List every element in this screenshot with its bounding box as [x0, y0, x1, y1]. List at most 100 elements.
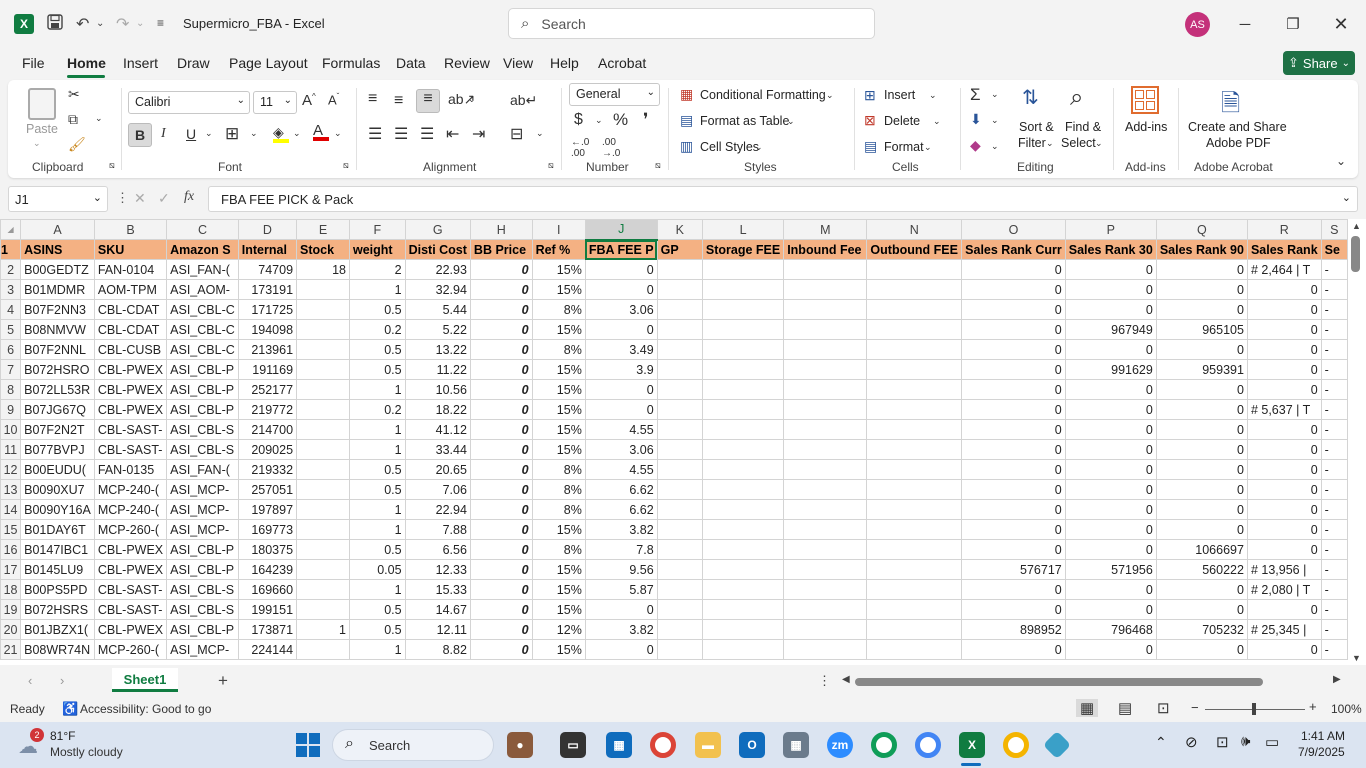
column-header-a[interactable]: A	[20, 219, 95, 240]
autosum-icon[interactable]: Σ	[970, 85, 981, 105]
cell[interactable]: 0	[1064, 539, 1157, 560]
normal-view-icon[interactable]: ▦	[1076, 699, 1099, 717]
zoom-level[interactable]: 100%	[1331, 702, 1362, 716]
header-cell[interactable]: Sales Rank 90	[1155, 239, 1248, 260]
chrome-profile-3-icon[interactable]	[1003, 732, 1029, 758]
cell[interactable]: CBL-SAST-	[93, 419, 168, 440]
cell[interactable]: B07F2N2T	[20, 419, 95, 440]
cell[interactable]: ASI_CBL-C	[166, 339, 239, 360]
comma-style-icon[interactable]: ❜	[643, 110, 648, 130]
cell[interactable]: 0	[469, 439, 533, 460]
cell[interactable]	[783, 579, 868, 600]
percent-icon[interactable]: %	[613, 110, 628, 130]
cell[interactable]: -	[1320, 539, 1348, 560]
cell[interactable]: 0	[1064, 399, 1157, 420]
tab-view[interactable]: View	[503, 55, 533, 71]
cell[interactable]: 12%	[531, 619, 586, 640]
cell[interactable]: 0	[1246, 319, 1322, 340]
cell[interactable]: 0	[469, 399, 533, 420]
header-cell[interactable]: Disti Cost	[404, 239, 471, 260]
row-header[interactable]: 8	[0, 379, 22, 400]
store-icon[interactable]: ▦	[606, 732, 632, 758]
cell[interactable]	[866, 419, 963, 440]
cell[interactable]: 0	[1155, 299, 1248, 320]
cell[interactable]: 0	[469, 339, 533, 360]
cell[interactable]: B0090Y16A	[20, 499, 95, 520]
cell[interactable]: ASI_CBL-P	[166, 399, 239, 420]
cell[interactable]	[656, 399, 703, 420]
cell[interactable]: 0	[961, 499, 1066, 520]
font-color-icon[interactable]: A	[313, 122, 329, 141]
cell[interactable]: 12.33	[404, 559, 471, 580]
cell[interactable]: 15%	[531, 259, 586, 280]
font-name-select[interactable]: Calibri ⌄	[128, 91, 250, 114]
cell[interactable]	[701, 439, 785, 460]
cell[interactable]: 0	[584, 399, 658, 420]
cell[interactable]: B00GEDTZ	[20, 259, 95, 280]
cell[interactable]	[783, 439, 868, 460]
cell[interactable]: 7.88	[404, 519, 471, 540]
borders-dropdown-icon[interactable]: ⌄	[250, 128, 258, 139]
cell[interactable]: 0	[1064, 339, 1157, 360]
confirm-entry-icon[interactable]: ✓	[158, 190, 170, 207]
align-center-icon[interactable]: ☰	[394, 124, 408, 144]
cell[interactable]: 173871	[237, 619, 298, 640]
row-header[interactable]: 21	[0, 639, 22, 660]
cell[interactable]: ASI_CBL-S	[166, 439, 239, 460]
cell[interactable]: 0	[1155, 339, 1248, 360]
decrease-font-icon[interactable]: Aˇ	[328, 92, 339, 107]
cell[interactable]: 18	[296, 259, 350, 280]
cell[interactable]	[866, 279, 963, 300]
cell[interactable]: B0145LU9	[20, 559, 95, 580]
cell[interactable]: 194098	[237, 319, 298, 340]
cell[interactable]	[783, 459, 868, 480]
insert-cells-button[interactable]: Insert	[884, 88, 915, 102]
cell[interactable]: 3.06	[584, 439, 658, 460]
undo-dropdown-icon[interactable]: ⌄	[96, 18, 104, 29]
cell[interactable]: 1	[348, 639, 406, 660]
cell[interactable]	[701, 399, 785, 420]
cell[interactable]	[783, 539, 868, 560]
cell[interactable]: 0.5	[348, 299, 406, 320]
cell[interactable]: CBL-PWEX	[93, 559, 168, 580]
cell[interactable]: 0	[1246, 299, 1322, 320]
cell[interactable]: 0	[1155, 419, 1248, 440]
redo-icon[interactable]: ↷	[116, 14, 129, 34]
cell[interactable]	[296, 379, 350, 400]
cell[interactable]	[701, 379, 785, 400]
header-cell[interactable]: ASINS	[20, 239, 95, 260]
increase-decimal-icon[interactable]: ←.0.00	[571, 137, 589, 159]
cell[interactable]	[701, 319, 785, 340]
cell[interactable]: -	[1320, 639, 1348, 660]
cell[interactable]: 0.5	[348, 539, 406, 560]
file-explorer-icon[interactable]: ▬	[695, 732, 721, 758]
cell[interactable]: B072HSRS	[20, 599, 95, 620]
cell[interactable]: ASI_CBL-S	[166, 599, 239, 620]
font-size-select[interactable]: 11 ⌄	[253, 91, 297, 114]
cell[interactable]	[866, 599, 963, 620]
undo-icon[interactable]: ↶	[76, 14, 89, 34]
cell[interactable]: 1	[296, 619, 350, 640]
increase-font-icon[interactable]: A^	[302, 92, 316, 109]
cell[interactable]: 0	[961, 279, 1066, 300]
row-header[interactable]: 15	[0, 519, 22, 540]
tab-data[interactable]: Data	[396, 55, 426, 71]
format-cells-icon[interactable]: ▤	[864, 138, 877, 155]
font-color-dropdown-icon[interactable]: ⌄	[334, 128, 342, 139]
cell[interactable]	[296, 279, 350, 300]
cell[interactable]: 560222	[1155, 559, 1248, 580]
find-select-icon[interactable]: ⌕	[1070, 84, 1083, 112]
cell[interactable]: 0	[1064, 479, 1157, 500]
header-cell[interactable]: SKU	[93, 239, 168, 260]
cell[interactable]: 0	[469, 379, 533, 400]
tab-file[interactable]: File	[22, 55, 45, 71]
cell[interactable]: 0	[961, 579, 1066, 600]
cell[interactable]: 991629	[1064, 359, 1157, 380]
cell[interactable]: B0147IBC1	[20, 539, 95, 560]
cell[interactable]: 0	[1246, 599, 1322, 620]
cell[interactable]	[656, 599, 703, 620]
cell[interactable]: B08NMVW	[20, 319, 95, 340]
cancel-entry-icon[interactable]: ✕	[134, 190, 146, 207]
cell[interactable]: AOM-TPM	[93, 279, 168, 300]
cell[interactable]: 0	[469, 559, 533, 580]
